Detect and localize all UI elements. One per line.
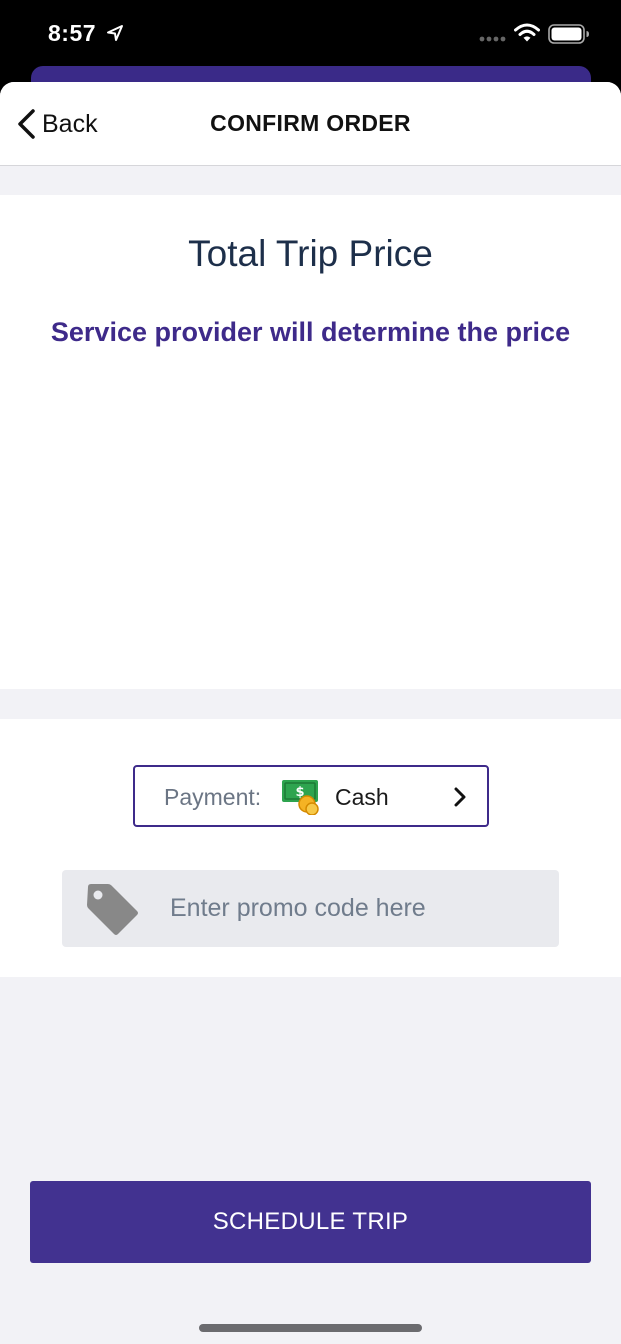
payment-method-button[interactable]: Payment: $ Cash <box>133 765 489 827</box>
price-title: Total Trip Price <box>188 233 433 274</box>
nav-bar: Back CONFIRM ORDER <box>0 82 621 166</box>
battery-icon <box>548 24 589 44</box>
signal-dots-icon <box>479 36 506 42</box>
wifi-icon <box>514 23 540 42</box>
schedule-trip-button[interactable]: SCHEDULE TRIP <box>30 1181 591 1263</box>
page-title: CONFIRM ORDER <box>210 110 411 136</box>
chevron-right-icon <box>454 787 466 807</box>
price-card: Total Trip Price Service provider will d… <box>0 195 621 689</box>
cash-money-icon: $ <box>282 780 319 815</box>
location-arrow-icon <box>107 25 123 41</box>
promo-code-input[interactable] <box>170 870 540 947</box>
price-note: Service provider will determine the pric… <box>50 317 571 347</box>
tag-icon <box>87 884 138 935</box>
status-time: 8:57 <box>48 20 97 46</box>
payment-label: Payment: <box>164 784 262 810</box>
home-indicator <box>199 1324 422 1332</box>
payment-method-value: Cash <box>335 784 389 810</box>
confirm-order-sheet: Back CONFIRM ORDER Total Trip Price Serv… <box>0 82 621 1344</box>
payment-card: Payment: $ Cash <box>0 719 621 977</box>
promo-code-field <box>62 870 559 947</box>
